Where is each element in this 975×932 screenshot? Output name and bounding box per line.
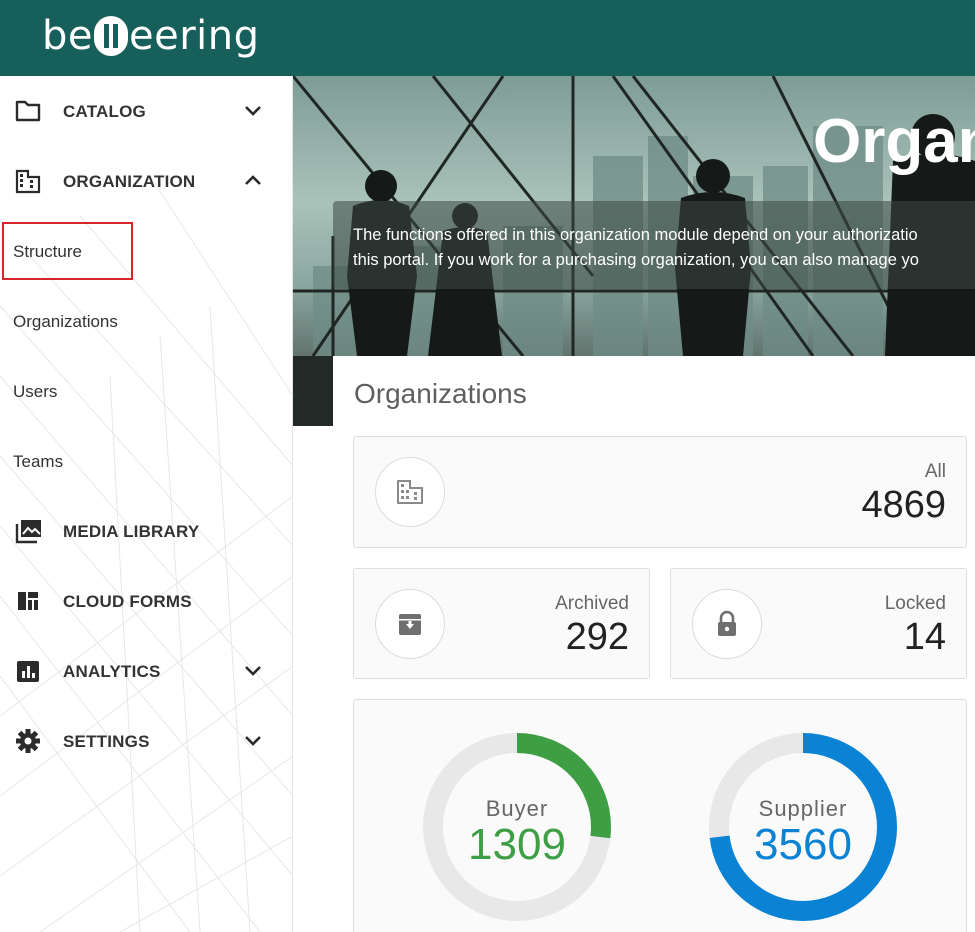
bar-chart-icon (17, 661, 39, 682)
stat-value: 4869 (861, 484, 946, 526)
logo-text-right: eering (129, 13, 260, 59)
sidebar-item-analytics[interactable]: ANALYTICS (0, 636, 292, 706)
donut-value: 3560 (754, 820, 852, 869)
stat-icon-circle (375, 589, 445, 659)
sidebar-item-cloud-forms[interactable]: CLOUD FORMS (0, 566, 292, 636)
sidebar-item-catalog[interactable]: CATALOG (0, 76, 292, 146)
sidebar-subitem-label: Teams (13, 452, 64, 471)
stat-label: Locked (884, 593, 946, 614)
sidebar-item-label: MEDIA LIBRARY (63, 522, 200, 541)
dashboard-icon (18, 592, 38, 610)
banner-edge (293, 356, 333, 426)
chevron-up-icon[interactable] (243, 172, 263, 190)
stat-card-locked[interactable]: Locked 14 (670, 568, 967, 679)
hero-banner: Organ The functions offered in this orga… (293, 76, 975, 356)
stat-icon-circle (692, 589, 762, 659)
stat-label: All (924, 461, 946, 482)
banner-line-1: The functions offered in this organizati… (353, 226, 918, 244)
sidebar-subitem-label: Organizations (13, 312, 118, 331)
logo-text-left: be (42, 13, 93, 59)
sidebar-item-media-library[interactable]: MEDIA LIBRARY (0, 496, 292, 566)
lock-icon (718, 610, 736, 636)
app-logo[interactable]: be eering (42, 10, 260, 62)
donut-value: 1309 (468, 820, 566, 869)
chevron-down-icon[interactable] (243, 732, 263, 750)
donut-label: Supplier (758, 796, 848, 821)
stat-value: 292 (565, 616, 629, 658)
donut-label: Buyer (485, 796, 549, 821)
page-title: Organizations (354, 378, 527, 409)
sidebar-item-label: CATALOG (63, 102, 146, 121)
sidebar-item-label: SETTINGS (63, 732, 150, 751)
stat-icon-circle (375, 457, 445, 527)
sidebar-subitem-organizations[interactable]: Organizations (0, 286, 292, 356)
stat-label: Archived (555, 593, 629, 614)
banner-description: The functions offered in this organizati… (353, 223, 975, 273)
archive-icon (399, 614, 421, 635)
chevron-down-icon[interactable] (243, 102, 263, 120)
sidebar-item-label: ANALYTICS (63, 662, 161, 681)
sidebar-item-settings[interactable]: SETTINGS (0, 706, 292, 776)
image-library-icon (15, 520, 41, 544)
building-icon (15, 169, 41, 194)
stat-card-archived[interactable]: Archived 292 (353, 568, 650, 679)
sidebar: CATALOG ORGANIZATION Structure Organizat… (0, 76, 293, 932)
building-icon (397, 480, 423, 504)
sidebar-item-label: ORGANIZATION (63, 172, 196, 191)
selection-highlight (2, 222, 133, 280)
folder-icon (15, 100, 41, 122)
sidebar-subitem-teams[interactable]: Teams (0, 426, 292, 496)
stat-card-all[interactable]: All 4869 (353, 436, 967, 548)
logo-mark (94, 16, 128, 56)
gear-icon (16, 729, 40, 753)
banner-line-2: this portal. If you work for a purchasin… (353, 251, 919, 269)
sidebar-subitem-label: Users (13, 382, 58, 401)
top-bar: be eering (0, 0, 975, 76)
banner-title: Organ (813, 107, 975, 176)
sidebar-item-organization[interactable]: ORGANIZATION (0, 146, 292, 216)
sidebar-item-label: CLOUD FORMS (63, 592, 192, 611)
chevron-down-icon[interactable] (243, 662, 263, 680)
sidebar-subitem-users[interactable]: Users (0, 356, 292, 426)
stat-value: 14 (903, 616, 946, 658)
